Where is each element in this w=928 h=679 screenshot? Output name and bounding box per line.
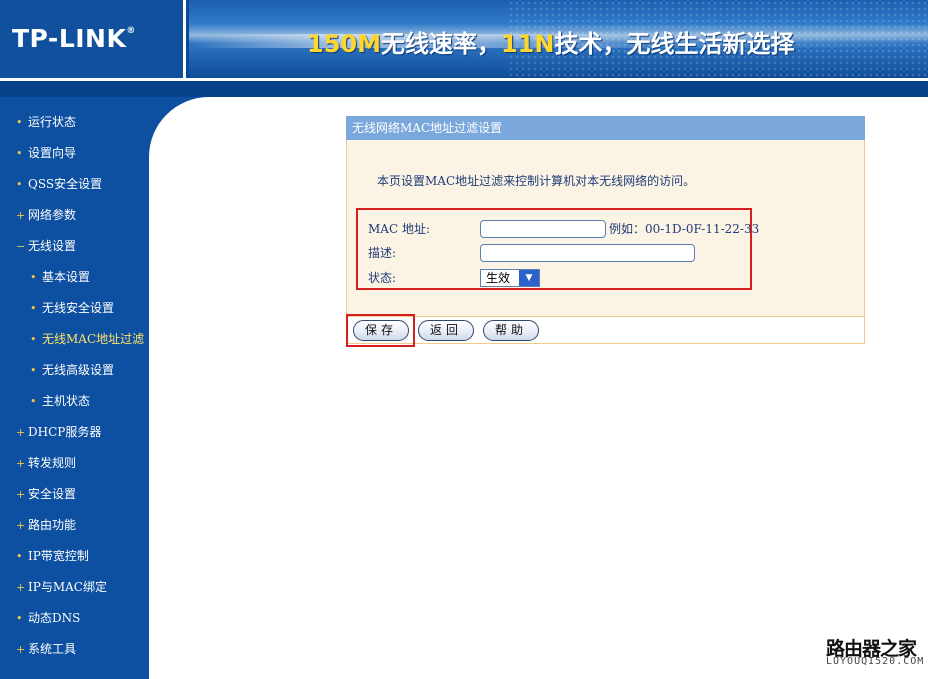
status-selected-value: 生效	[486, 271, 511, 285]
slogan: 150M无线速率，11N技术，无线生活新选择	[307, 30, 795, 58]
bullet-icon: •	[16, 116, 23, 129]
sidebar-item-wireless-security[interactable]: • 无线安全设置	[0, 298, 160, 329]
panel-footer: 保存 返回 帮助	[346, 314, 865, 347]
expand-icon: +	[16, 643, 26, 656]
bullet-icon: •	[30, 333, 37, 346]
menu-label: 网络参数	[28, 208, 77, 222]
menu-label: 无线安全设置	[42, 301, 115, 315]
menu-label: 设置向导	[28, 146, 77, 160]
sidebar-item-wireless[interactable]: − 无线设置	[0, 236, 160, 267]
header-strip	[0, 78, 928, 97]
expand-icon: +	[16, 488, 26, 501]
menu-label: 无线高级设置	[42, 363, 115, 377]
menu-label: 运行状态	[28, 115, 77, 129]
dropdown-arrow-icon[interactable]: ▼	[519, 270, 539, 286]
sidebar-item-bandwidth[interactable]: • IP带宽控制	[0, 546, 160, 577]
status-select[interactable]: 生效 ▼	[480, 269, 540, 287]
bullet-icon: •	[30, 271, 37, 284]
bullet-icon: •	[30, 302, 37, 315]
sidebar-item-qss[interactable]: • QSS安全设置	[0, 174, 160, 205]
banner: 150M无线速率，11N技术，无线生活新选择	[189, 0, 928, 78]
menu-label: DHCP服务器	[28, 425, 102, 439]
sidebar-item-dhcp[interactable]: + DHCP服务器	[0, 422, 160, 453]
help-button[interactable]: 帮助	[483, 320, 539, 341]
sidebar-item-routing[interactable]: + 路由功能	[0, 515, 160, 546]
page-description: 本页设置MAC地址过滤来控制计算机对本无线网络的访问。	[377, 174, 696, 188]
menu-label: IP带宽控制	[28, 549, 89, 563]
bullet-icon: •	[16, 178, 23, 191]
sidebar-item-host-status[interactable]: • 主机状态	[0, 391, 160, 422]
menu-label: 主机状态	[42, 394, 91, 408]
sidebar-item-basic[interactable]: • 基本设置	[0, 267, 160, 298]
bullet-icon: •	[16, 550, 23, 563]
bullet-icon: •	[16, 612, 23, 625]
panel-title: 无线网络MAC地址过滤设置	[346, 116, 865, 140]
back-button[interactable]: 返回	[418, 320, 474, 341]
menu-label: 基本设置	[42, 270, 91, 284]
sidebar-item-network[interactable]: + 网络参数	[0, 205, 160, 236]
sidebar-item-mac-filter[interactable]: • 无线MAC地址过滤	[0, 329, 160, 360]
panel-body: 本页设置MAC地址过滤来控制计算机对本无线网络的访问。 MAC 地址: 例如：0…	[346, 140, 865, 316]
mac-filter-panel: 无线网络MAC地址过滤设置 本页设置MAC地址过滤来控制计算机对本无线网络的访问…	[346, 116, 865, 347]
bullet-icon: •	[30, 364, 37, 377]
sidebar-item-ip-mac-binding[interactable]: + IP与MAC绑定	[0, 577, 160, 608]
sidebar-item-forwarding[interactable]: + 转发规则	[0, 453, 160, 484]
expand-icon: +	[16, 426, 26, 439]
menu-label: 系统工具	[28, 642, 77, 656]
expand-icon: +	[16, 581, 26, 594]
menu-label: QSS安全设置	[28, 177, 103, 191]
menu-label: 安全设置	[28, 487, 77, 501]
mac-address-label: MAC 地址:	[368, 222, 430, 236]
menu-label: 动态DNS	[28, 611, 81, 625]
menu-label: 无线MAC地址过滤	[42, 332, 145, 346]
sidebar-item-security[interactable]: + 安全设置	[0, 484, 160, 515]
mac-example-text: 例如：00-1D-0F-11-22-33	[609, 222, 760, 236]
menu-label: IP与MAC绑定	[28, 580, 107, 594]
menu-label: 转发规则	[28, 456, 77, 470]
watermark-url: LUYOUQI520.COM	[826, 656, 925, 667]
sidebar-item-system-tools[interactable]: + 系统工具	[0, 639, 160, 670]
expand-icon: +	[16, 519, 26, 532]
menu-label: 路由功能	[28, 518, 77, 532]
collapse-icon: −	[16, 240, 26, 253]
sidebar-item-wizard[interactable]: • 设置向导	[0, 143, 160, 174]
expand-icon: +	[16, 457, 26, 470]
menu-label: 无线设置	[28, 239, 77, 253]
save-button[interactable]: 保存	[353, 320, 409, 341]
bullet-icon: •	[30, 395, 37, 408]
bullet-icon: •	[16, 147, 23, 160]
mac-address-input[interactable]	[480, 220, 606, 238]
logo-box: TP-LINK®	[0, 0, 186, 78]
sidebar-item-ddns[interactable]: • 动态DNS	[0, 608, 160, 639]
header: TP-LINK® 150M无线速率，11N技术，无线生活新选择	[0, 0, 928, 97]
watermark: 路由器之家 LUYOUQI520.COM	[826, 634, 926, 674]
sidebar-menu: • 运行状态 • 设置向导 • QSS安全设置 + 网络参数 − 无线设置 • 基本设置 •…	[0, 112, 160, 670]
description-label: 描述:	[368, 246, 397, 260]
tp-link-logo: TP-LINK®	[12, 24, 136, 53]
status-label: 状态:	[368, 271, 397, 285]
expand-icon: +	[16, 209, 26, 222]
sidebar-item-status[interactable]: • 运行状态	[0, 112, 160, 143]
sidebar-item-wireless-advanced[interactable]: • 无线高级设置	[0, 360, 160, 391]
description-input[interactable]	[480, 244, 695, 262]
